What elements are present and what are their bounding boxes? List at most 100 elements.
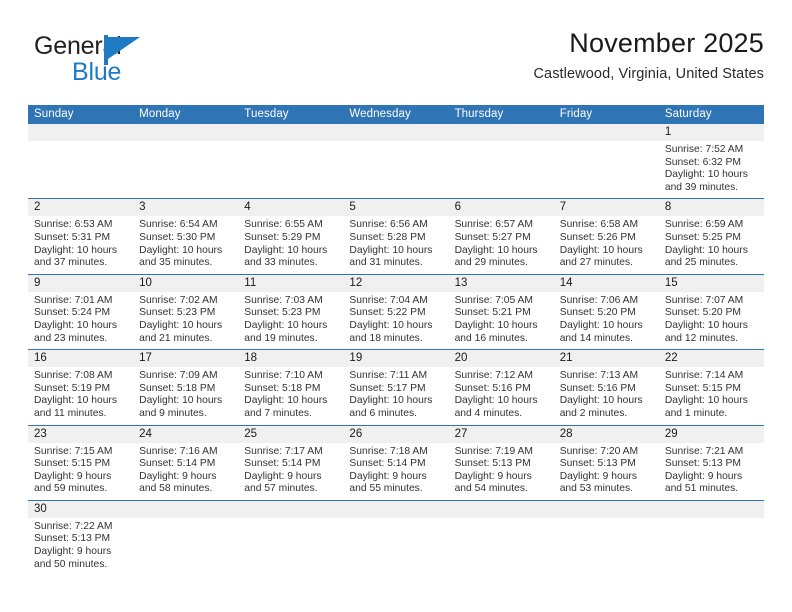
sunset-text: Sunset: 5:26 PM xyxy=(559,231,636,243)
sunrise-text: Sunrise: 6:57 AM xyxy=(454,219,533,231)
calendar-day-cell[interactable]: 4 Sunrise: 6:55 AM Sunset: 5:29 PM Daylight… xyxy=(238,199,344,273)
day-number xyxy=(238,500,344,518)
calendar-day-cell[interactable]: 11 Sunrise: 7:03 AM Sunset: 5:23 PM Dayligh… xyxy=(238,274,344,349)
calendar-day-cell[interactable]: 20 Sunrise: 7:12 AM Sunset: 5:16 PM Dayligh… xyxy=(448,350,554,424)
daylight-text-line2: and 55 minutes. xyxy=(349,483,423,495)
sunrise-text: Sunrise: 7:22 AM xyxy=(34,520,113,532)
sunset-text: Sunset: 5:23 PM xyxy=(139,307,216,319)
day-details: Sunrise: 7:10 AM Sunset: 5:18 PM Daylight:… xyxy=(238,367,343,424)
calendar-day-cell[interactable]: 23 Sunrise: 7:15 AM Sunset: 5:15 PM Dayligh… xyxy=(28,425,134,500)
sunset-text: Sunset: 5:17 PM xyxy=(349,382,426,394)
day-number: 26 xyxy=(343,425,449,443)
brand-logo[interactable]: General Blue xyxy=(34,34,254,94)
sunrise-text: Sunrise: 7:12 AM xyxy=(454,370,533,382)
calendar-day-cell-empty xyxy=(133,124,239,198)
calendar-day-cell[interactable]: 18 Sunrise: 7:10 AM Sunset: 5:18 PM Dayligh… xyxy=(238,350,344,424)
sunrise-text: Sunrise: 7:20 AM xyxy=(559,445,639,457)
calendar-day-cell[interactable]: 17 Sunrise: 7:09 AM Sunset: 5:18 PM Dayligh… xyxy=(133,350,239,424)
calendar-day-cell[interactable]: 13 Sunrise: 7:05 AM Sunset: 5:21 PM Dayligh… xyxy=(448,274,554,349)
day-details: Sunrise: 7:22 AM Sunset: 5:13 PM Daylight:… xyxy=(28,518,133,575)
daylight-text-line2: and 59 minutes. xyxy=(34,483,108,495)
daylight-text-line2: and 19 minutes. xyxy=(244,332,318,344)
sunset-text: Sunset: 5:13 PM xyxy=(34,533,111,545)
calendar-day-cell[interactable]: 28 Sunrise: 7:20 AM Sunset: 5:13 PM Dayligh… xyxy=(553,425,659,500)
calendar-day-cell-empty xyxy=(553,124,659,198)
day-number: 8 xyxy=(658,199,764,217)
calendar-day-cell[interactable]: 3 Sunrise: 6:54 AM Sunset: 5:30 PM Daylight… xyxy=(133,199,239,273)
daylight-text-line2: and 25 minutes. xyxy=(664,257,739,269)
calendar-day-cell[interactable]: 5 Sunrise: 6:56 AM Sunset: 5:28 PM Daylight… xyxy=(343,199,449,273)
calendar-day-cell[interactable]: 2 Sunrise: 6:53 AM Sunset: 5:31 PM Daylight… xyxy=(28,199,134,273)
daylight-text-line2: and 57 minutes. xyxy=(244,483,318,495)
day-number: 22 xyxy=(658,350,764,368)
calendar-day-cell[interactable]: 21 Sunrise: 7:13 AM Sunset: 5:16 PM Dayligh… xyxy=(553,350,659,424)
daylight-text-line2: and 39 minutes. xyxy=(664,181,739,193)
calendar-day-cell[interactable]: 1 Sunrise: 7:52 AM Sunset: 6:32 PM Daylight… xyxy=(658,124,764,198)
sunrise-text: Sunrise: 7:06 AM xyxy=(559,294,639,306)
daylight-text-line2: and 27 minutes. xyxy=(559,257,633,269)
calendar-day-cell[interactable]: 14 Sunrise: 7:06 AM Sunset: 5:20 PM Dayligh… xyxy=(553,274,659,349)
daylight-text-line2: and 18 minutes. xyxy=(349,332,423,344)
daylight-text-line1: Daylight: 10 hours xyxy=(244,244,328,256)
day-number: 30 xyxy=(28,500,134,518)
day-number xyxy=(658,500,764,518)
calendar-day-cell[interactable]: 25 Sunrise: 7:17 AM Sunset: 5:14 PM Dayligh… xyxy=(238,425,344,500)
sunrise-text: Sunrise: 7:11 AM xyxy=(349,370,428,382)
daylight-text-line2: and 33 minutes. xyxy=(244,257,318,269)
calendar-day-cell[interactable]: 29 Sunrise: 7:21 AM Sunset: 5:13 PM Dayligh… xyxy=(658,425,764,500)
day-number: 28 xyxy=(553,425,659,443)
daylight-text-line2: and 16 minutes. xyxy=(454,332,528,344)
day-details: Sunrise: 6:53 AM Sunset: 5:31 PM Daylight:… xyxy=(28,216,133,273)
daylight-text-line2: and 29 minutes. xyxy=(454,257,528,269)
calendar-day-cell-empty xyxy=(343,124,449,198)
calendar-day-cell[interactable]: 7 Sunrise: 6:58 AM Sunset: 5:26 PM Daylight… xyxy=(553,199,659,273)
calendar-day-cell[interactable]: 16 Sunrise: 7:08 AM Sunset: 5:19 PM Dayligh… xyxy=(28,350,134,424)
sunrise-text: Sunrise: 7:10 AM xyxy=(244,370,323,382)
day-details: Sunrise: 6:56 AM Sunset: 5:28 PM Daylight:… xyxy=(343,216,448,273)
calendar-day-cell[interactable]: 22 Sunrise: 7:14 AM Sunset: 5:15 PM Dayligh… xyxy=(658,350,764,424)
day-number xyxy=(133,124,239,141)
daylight-text-line2: and 7 minutes. xyxy=(244,407,312,419)
sunrise-text: Sunrise: 7:18 AM xyxy=(349,445,428,457)
calendar-day-cell-empty xyxy=(658,500,764,575)
sunset-text: Sunset: 5:18 PM xyxy=(139,382,216,394)
daylight-text-line1: Daylight: 10 hours xyxy=(139,319,223,331)
calendar-day-cell[interactable]: 26 Sunrise: 7:18 AM Sunset: 5:14 PM Dayligh… xyxy=(343,425,449,500)
calendar-day-cell[interactable]: 27 Sunrise: 7:19 AM Sunset: 5:13 PM Dayligh… xyxy=(448,425,554,500)
day-details: Sunrise: 7:15 AM Sunset: 5:15 PM Daylight:… xyxy=(28,443,133,500)
day-number: 6 xyxy=(448,199,554,217)
daylight-text-line1: Daylight: 10 hours xyxy=(664,244,748,256)
sunset-text: Sunset: 5:20 PM xyxy=(664,307,741,319)
daylight-text-line1: Daylight: 9 hours xyxy=(34,470,112,482)
calendar-week-row: 9 Sunrise: 7:01 AM Sunset: 5:24 PM Daylight… xyxy=(28,274,764,351)
daylight-text-line2: and 9 minutes. xyxy=(139,407,207,419)
daylight-text-line1: Daylight: 10 hours xyxy=(139,395,223,407)
daylight-text-line2: and 6 minutes. xyxy=(349,407,417,419)
calendar-day-cell[interactable]: 15 Sunrise: 7:07 AM Sunset: 5:20 PM Dayligh… xyxy=(658,274,764,349)
weekday-sunday: Sunday xyxy=(34,107,74,120)
calendar-day-cell[interactable]: 8 Sunrise: 6:59 AM Sunset: 5:25 PM Daylight… xyxy=(658,199,764,273)
sunset-text: Sunset: 6:32 PM xyxy=(664,156,741,168)
calendar-day-cell[interactable]: 12 Sunrise: 7:04 AM Sunset: 5:22 PM Dayligh… xyxy=(343,274,449,349)
calendar-day-cell[interactable]: 6 Sunrise: 6:57 AM Sunset: 5:27 PM Daylight… xyxy=(448,199,554,273)
day-number: 4 xyxy=(238,199,344,217)
calendar-day-cell[interactable]: 19 Sunrise: 7:11 AM Sunset: 5:17 PM Dayligh… xyxy=(343,350,449,424)
daylight-text-line2: and 4 minutes. xyxy=(454,407,523,419)
calendar-day-cell[interactable]: 10 Sunrise: 7:02 AM Sunset: 5:23 PM Dayligh… xyxy=(133,274,239,349)
daylight-text-line2: and 14 minutes. xyxy=(559,332,633,344)
sunrise-text: Sunrise: 7:03 AM xyxy=(244,294,323,306)
sunset-text: Sunset: 5:14 PM xyxy=(349,458,426,470)
sunrise-text: Sunrise: 7:07 AM xyxy=(664,294,744,306)
daylight-text-line1: Daylight: 10 hours xyxy=(454,395,538,407)
daylight-text-line1: Daylight: 10 hours xyxy=(664,319,748,331)
day-number: 9 xyxy=(28,274,134,292)
calendar-day-cell[interactable]: 24 Sunrise: 7:16 AM Sunset: 5:14 PM Dayligh… xyxy=(133,425,239,500)
day-number: 2 xyxy=(28,199,134,217)
daylight-text-line1: Daylight: 10 hours xyxy=(664,395,748,407)
calendar-day-cell[interactable]: 30 Sunrise: 7:22 AM Sunset: 5:13 PM Dayligh… xyxy=(28,500,134,575)
sunrise-text: Sunrise: 7:16 AM xyxy=(139,445,218,457)
brand-name-bottom: Blue xyxy=(72,58,122,86)
calendar-day-cell[interactable]: 9 Sunrise: 7:01 AM Sunset: 5:24 PM Daylight… xyxy=(28,274,134,349)
daylight-text-line1: Daylight: 10 hours xyxy=(244,319,328,331)
sunset-text: Sunset: 5:22 PM xyxy=(349,307,426,319)
